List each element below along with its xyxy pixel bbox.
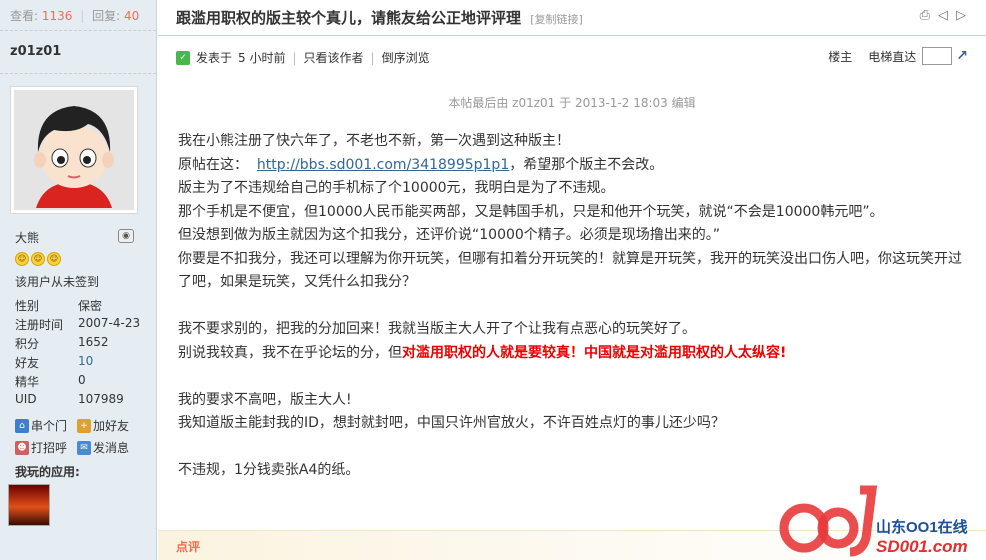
profile-value: 107989 — [78, 392, 124, 406]
camera-icon[interactable]: ◉ — [118, 229, 134, 243]
friends-count-link[interactable]: 10 — [78, 354, 93, 373]
next-thread-icon[interactable]: ▷ — [956, 8, 966, 23]
post-text: 别说我较真，我不在乎论坛的分，但 — [178, 344, 402, 361]
post-meta: ✓ 发表于 5 小时前 | 只看该作者 | 倒序浏览 — [176, 49, 430, 66]
thread-title-bar: 跟滥用职权的版主较个真儿，请熊友给公正地评评理 [复制链接] ⎙ ◁ ▷ — [158, 0, 986, 36]
avatar[interactable] — [10, 86, 138, 214]
profile-row: UID 107989 — [15, 392, 140, 411]
level-smileys: ☺ ☺ ☺ — [15, 252, 61, 266]
title-tools: ⎙ ◁ ▷ — [920, 8, 966, 23]
online-status-icon: ✓ — [176, 50, 190, 65]
post-paragraph: 但没想到做为版主就因为这个扣我分，还评价说“10000个精子。必须是现场撸出来的… — [178, 227, 721, 243]
thread-title-text: 跟滥用职权的版主较个真儿，请熊友给公正地评评理 — [176, 9, 522, 27]
replies-count: 40 — [124, 9, 140, 23]
profile-value: 1652 — [78, 335, 109, 349]
emphasized-text: 对滥用职权的人就是要较真！中国就是对滥用职权的人太纵容! — [402, 344, 787, 361]
elevator-go-icon[interactable]: ↗ — [956, 48, 968, 64]
elevator-input[interactable] — [922, 47, 953, 65]
smiley-icon: ☺ — [15, 252, 29, 266]
post-paragraph: 我知道版主能封我的ID，想封就封吧，中国只许州官放火，不许百姓点灯的事儿还少吗？ — [178, 415, 725, 431]
post-paragraph: 我的要求不高吧，版主大人! — [178, 391, 352, 408]
views-count: 1136 — [41, 9, 73, 23]
profile-value: 2007-4-23 — [78, 316, 141, 330]
smiley-icon: ☺ — [47, 252, 61, 266]
thread-stats: 查看: 1136 | 回复: 40 — [0, 0, 156, 30]
replies-label: 回复: — [92, 9, 121, 23]
add-friend-icon: + — [77, 418, 91, 433]
smiley-icon: ☺ — [31, 252, 45, 266]
post-paragraph: 那个手机是不便宜，但10000人民币能买两部，又是韩国手机，只是和他开个玩笑，就… — [178, 203, 884, 220]
add-friend-label: 加好友 — [93, 419, 130, 433]
posted-label: 发表于 — [196, 51, 233, 65]
post-text: ，希望那个版主不会改。 — [509, 156, 664, 173]
post-paragraph: 你要是不扣我分，我还可以理解为你开玩笑，但哪有扣着分开玩笑的！就算是开玩笑，我开… — [178, 250, 962, 291]
post-paragraph: 原帖在这： http://bbs.sd001.com/3418995p1p1，希… — [178, 154, 968, 178]
avatar-image — [14, 90, 134, 210]
sidebar-divider — [0, 73, 156, 74]
posted-time: 5 小时前 — [238, 51, 286, 65]
profile-key: 精华 — [15, 375, 40, 389]
profile-value: 保密 — [78, 299, 103, 313]
profile-value: 0 — [78, 373, 86, 387]
author-profile: 性别 保密 注册时间 2007-4-23 积分 1652 好友 10 精华 0 … — [15, 297, 140, 411]
message-label: 发消息 — [93, 441, 130, 455]
profile-row: 注册时间 2007-4-23 — [15, 316, 140, 335]
app-thumbnail[interactable] — [8, 484, 50, 526]
message-icon: ✉ — [77, 440, 91, 455]
print-icon[interactable]: ⎙ — [920, 8, 930, 23]
watermark-cn: 山东OO1在线 — [876, 518, 968, 536]
apps-title: 我玩的应用: — [15, 465, 80, 479]
post-text: 原帖在这： — [178, 156, 248, 173]
stats-divider: | — [80, 9, 85, 23]
visit-icon: ⌂ — [15, 418, 29, 433]
greet-label: 打招呼 — [31, 441, 68, 455]
visit-label: 串个门 — [31, 419, 68, 433]
author-actions: ⌂ 串个门 + 加好友 ☻ 打招呼 ✉ 发消息 — [15, 417, 145, 456]
profile-key: 积分 — [15, 337, 40, 351]
thread-title: 跟滥用职权的版主较个真儿，请熊友给公正地评评理 [复制链接] — [176, 7, 583, 28]
greet-button[interactable]: ☻ 打招呼 — [15, 439, 77, 456]
original-post-link[interactable]: http://bbs.sd001.com/3418995p1p1 — [257, 157, 509, 173]
copy-link-button[interactable]: [复制链接] — [530, 13, 583, 26]
author-username[interactable]: z01z01 — [0, 31, 156, 73]
comment-label[interactable]: 点评 — [176, 538, 200, 555]
floor-nav: 楼主 电梯直达 ↗ — [828, 47, 968, 65]
watermark-en: SD001.com — [876, 537, 968, 556]
author-nickname: 大熊 — [15, 231, 40, 245]
reverse-order-link[interactable]: 倒序浏览 — [382, 49, 430, 66]
post-paragraph: 不违规，1分钱卖张A4的纸。 — [178, 462, 360, 478]
floor-label: 楼主 — [828, 49, 853, 64]
views-label: 查看: — [10, 9, 39, 23]
profile-row: 精华 0 — [15, 373, 140, 392]
profile-key: 注册时间 — [15, 318, 64, 332]
profile-row: 好友 10 — [15, 354, 140, 373]
meta-divider: | — [292, 50, 297, 65]
prev-thread-icon[interactable]: ◁ — [938, 8, 948, 23]
profile-key: 好友 — [15, 356, 40, 370]
site-watermark: 山东OO1在线 SD001.com — [779, 485, 968, 557]
profile-row: 性别 保密 — [15, 297, 140, 316]
edited-note: 本帖最后由 z01z01 于 2013-1-2 18:03 编辑 — [448, 96, 696, 110]
signin-status: 该用户从未签到 — [15, 275, 100, 289]
message-button[interactable]: ✉ 发消息 — [77, 439, 139, 456]
post-paragraph: 版主为了不违规给自己的手机标了个10000元，我明白是为了不违规。 — [178, 180, 615, 196]
visit-button[interactable]: ⌂ 串个门 — [15, 417, 77, 434]
only-author-link[interactable]: 只看该作者 — [304, 49, 364, 66]
profile-key: 性别 — [15, 299, 40, 313]
post-paragraph: 我不要求别的，把我的分加回来！我就当版主大人开了个让我有点恶心的玩笑好了。 — [178, 321, 696, 337]
profile-key: UID — [15, 392, 37, 406]
post-content: 我在小熊注册了快六年了，不老也不新，第一次遇到这种版主！ 原帖在这： http:… — [178, 130, 968, 483]
post-paragraph: 我在小熊注册了快六年了，不老也不新，第一次遇到这种版主！ — [178, 133, 570, 149]
author-sidebar: 查看: 1136 | 回复: 40 z01z01 大熊 ◉ ☺ ☺ ☺ 该用户从… — [0, 0, 157, 560]
add-friend-button[interactable]: + 加好友 — [77, 417, 139, 434]
profile-row: 积分 1652 — [15, 335, 140, 354]
post-paragraph: 别说我较真，我不在乎论坛的分，但对滥用职权的人就是要较真！中国就是对滥用职权的人… — [178, 342, 968, 366]
elevator-label: 电梯直达 — [868, 49, 917, 64]
greet-icon: ☻ — [15, 440, 29, 455]
post-main: 跟滥用职权的版主较个真儿，请熊友给公正地评评理 [复制链接] ⎙ ◁ ▷ ✓ 发… — [158, 0, 986, 560]
meta-divider: | — [370, 50, 375, 65]
